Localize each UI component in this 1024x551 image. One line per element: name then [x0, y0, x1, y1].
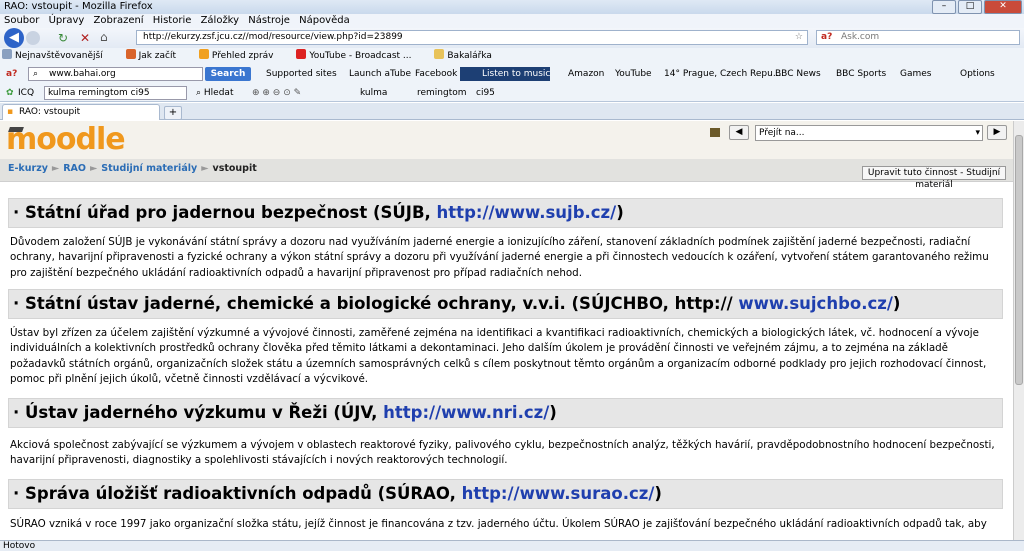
- rss-icon: [198, 49, 209, 59]
- search-placeholder: Ask.com: [841, 32, 880, 42]
- maximize-button[interactable]: □: [958, 0, 982, 14]
- url-bar[interactable]: http://ekurzy.zsf.jcu.cz//mod/resource/v…: [136, 30, 808, 45]
- page-content: moodle ◀ Přejít na... ▾ ▶ E-kurzy ► RAO ► St…: [0, 121, 1013, 540]
- highlight-word-kulma[interactable]: kulma: [360, 84, 387, 102]
- highlight-word-ci95[interactable]: ci95: [476, 84, 495, 102]
- chevron-down-icon: ▾: [975, 128, 980, 138]
- menu-napoveda[interactable]: Nápověda: [299, 15, 350, 26]
- ask-toolbar: a? ⌕ www.bahai.org Search Supported site…: [0, 64, 1024, 84]
- close-button[interactable]: ✕: [984, 0, 1022, 14]
- back-button[interactable]: ◀: [4, 28, 24, 48]
- status-bar: Hotovo: [0, 540, 1024, 551]
- menu-zalozky[interactable]: Záložky: [201, 15, 239, 26]
- menu-nastroje[interactable]: Nástroje: [248, 15, 290, 26]
- forward-button[interactable]: [26, 31, 40, 45]
- scrollbar-thumb[interactable]: [1015, 135, 1023, 385]
- breadcrumb-e-kurzy[interactable]: E-kurzy: [8, 163, 48, 174]
- folder-icon: [434, 49, 445, 59]
- icq-label: ICQ: [18, 88, 35, 98]
- new-tab-button[interactable]: +: [164, 106, 182, 120]
- bookmark-star-icon[interactable]: ☆: [795, 31, 803, 44]
- bookmark-getting-started[interactable]: Jak začít: [125, 49, 186, 61]
- moodle-logo[interactable]: moodle: [6, 123, 126, 157]
- moodle-favicon-icon: ▪: [7, 107, 14, 117]
- section-heading: · Ústav jaderného výzkumu v Řeži (ÚJV, h…: [8, 398, 1003, 428]
- bookmark-youtube[interactable]: YouTube - Broadcast ...: [296, 49, 421, 61]
- next-activity-button[interactable]: ▶: [987, 125, 1007, 140]
- magnifier-icon: ⌕: [33, 69, 39, 79]
- icq-search-button[interactable]: ⌕ Hledat: [196, 84, 233, 102]
- window-titlebar: RAO: vstoupit - Mozilla Firefox – □ ✕: [0, 0, 1024, 14]
- icq-toolbar: ✿ ICQ kulma remingtom ci95 ⌕ Hledat ⊕ ⊕ …: [0, 84, 1024, 102]
- ask-search-input[interactable]: ⌕ www.bahai.org: [28, 67, 203, 81]
- breadcrumb-rao[interactable]: RAO: [63, 163, 86, 174]
- options-link[interactable]: Options: [960, 64, 995, 84]
- amazon-link[interactable]: Amazon: [568, 64, 604, 84]
- bbc-sports-link[interactable]: BBC Sports: [836, 64, 886, 84]
- section-heading: · Správa úložišť radioaktivních odpadů (…: [8, 479, 1003, 509]
- edit-activity-button[interactable]: Upravit tuto činnost - Studijní materiál: [862, 166, 1006, 190]
- section-heading: · Státní úřad pro jadernou bezpečnost (S…: [8, 198, 1003, 228]
- graduation-cap-icon: [8, 127, 24, 132]
- magnifier-icon: ⌕: [196, 88, 204, 98]
- menu-zobrazeni[interactable]: Zobrazení: [94, 15, 144, 26]
- navigation-bar: ◀ ↻ ✕ ⌂ http://ekurzy.zsf.jcu.cz//mod/re…: [0, 28, 1024, 48]
- facebook-link[interactable]: Facebook: [415, 64, 457, 84]
- firefox-icon: [125, 49, 136, 59]
- games-link[interactable]: Games: [900, 64, 931, 84]
- highlight-word-remingtom[interactable]: remingtom: [417, 84, 467, 102]
- window-controls: – □ ✕: [932, 0, 1022, 14]
- update-icon[interactable]: [710, 128, 720, 137]
- bookmarks-bar: Nejnavštěvovanější Jak začít Přehled zpr…: [0, 48, 1024, 64]
- section-link[interactable]: http://www.nri.cz/: [383, 403, 549, 422]
- menu-historie[interactable]: Historie: [153, 15, 192, 26]
- url-text: http://ekurzy.zsf.jcu.cz//mod/resource/v…: [143, 32, 403, 42]
- window-title: RAO: vstoupit - Mozilla Firefox: [4, 1, 153, 12]
- listen-to-music-button[interactable]: Listen to music: [460, 67, 550, 81]
- zoom-icons[interactable]: ⊕ ⊕ ⊖ ⊙ ✎: [252, 84, 301, 102]
- section-text: SÚRAO vzniká v roce 1997 jako organizačn…: [10, 518, 987, 530]
- weather-link[interactable]: 14° Prague, Czech Repu...: [664, 64, 781, 84]
- section-link[interactable]: www.sujchbo.cz/: [738, 294, 893, 313]
- minimize-button[interactable]: –: [932, 0, 956, 14]
- stop-icon[interactable]: ✕: [80, 31, 90, 45]
- icq-logo-icon: ✿: [6, 88, 14, 98]
- jump-to-select[interactable]: Přejít na... ▾: [755, 125, 983, 141]
- vertical-scrollbar[interactable]: [1013, 121, 1024, 540]
- home-icon[interactable]: ⌂: [100, 30, 108, 44]
- bookmark-icon: [2, 49, 12, 59]
- section-link[interactable]: http://www.sujb.cz/: [437, 203, 617, 222]
- section-text: Důvodem založení SÚJB je vykonávání stát…: [10, 236, 989, 279]
- bookmark-news[interactable]: Přehled zpráv: [198, 49, 284, 61]
- youtube-icon: [296, 49, 307, 59]
- section-link[interactable]: http://www.surao.cz/: [462, 484, 655, 503]
- breadcrumb-current: vstoupit: [212, 163, 257, 174]
- ask-icon: a?: [821, 32, 833, 42]
- reload-icon[interactable]: ↻: [58, 31, 68, 45]
- youtube-link[interactable]: YouTube: [615, 64, 652, 84]
- ask-search-button[interactable]: Search: [205, 67, 251, 81]
- section-text: Akciová společnost zabývající se výzkume…: [10, 439, 995, 467]
- breadcrumb: E-kurzy ► RAO ► Studijní materiály ► vstoupit: [8, 163, 257, 174]
- bookmark-bakalarka[interactable]: Bakalářka: [434, 49, 502, 61]
- menu-upravy[interactable]: Úpravy: [49, 15, 85, 26]
- menu-bar: Soubor Úpravy Zobrazení Historie Záložky…: [0, 14, 1024, 28]
- moodle-header: moodle ◀ Přejít na... ▾ ▶: [0, 121, 1013, 159]
- icq-search-input[interactable]: kulma remingtom ci95: [44, 86, 187, 100]
- tab-bar: ▪ RAO: vstoupit +: [0, 103, 1024, 120]
- bbc-news-link[interactable]: BBC News: [775, 64, 821, 84]
- breadcrumb-studijni-materialy[interactable]: Studijní materiály: [101, 163, 197, 174]
- supported-sites-link[interactable]: Supported sites: [266, 64, 337, 84]
- bookmark-most-visited[interactable]: Nejnavštěvovanější: [2, 49, 113, 61]
- previous-activity-button[interactable]: ◀: [729, 125, 749, 140]
- tab-rao-vstoupit[interactable]: ▪ RAO: vstoupit: [2, 104, 160, 120]
- section-text: Ústav byl zřízen za účelem zajištění výz…: [10, 327, 987, 385]
- menu-soubor[interactable]: Soubor: [4, 15, 39, 26]
- ask-logo-icon: a?: [6, 69, 18, 79]
- section-heading: · Státní ústav jaderné, chemické a biolo…: [8, 289, 1003, 319]
- search-box[interactable]: a? Ask.com: [816, 30, 1020, 45]
- launch-atube-link[interactable]: Launch aTube: [349, 64, 411, 84]
- status-text: Hotovo: [3, 541, 36, 551]
